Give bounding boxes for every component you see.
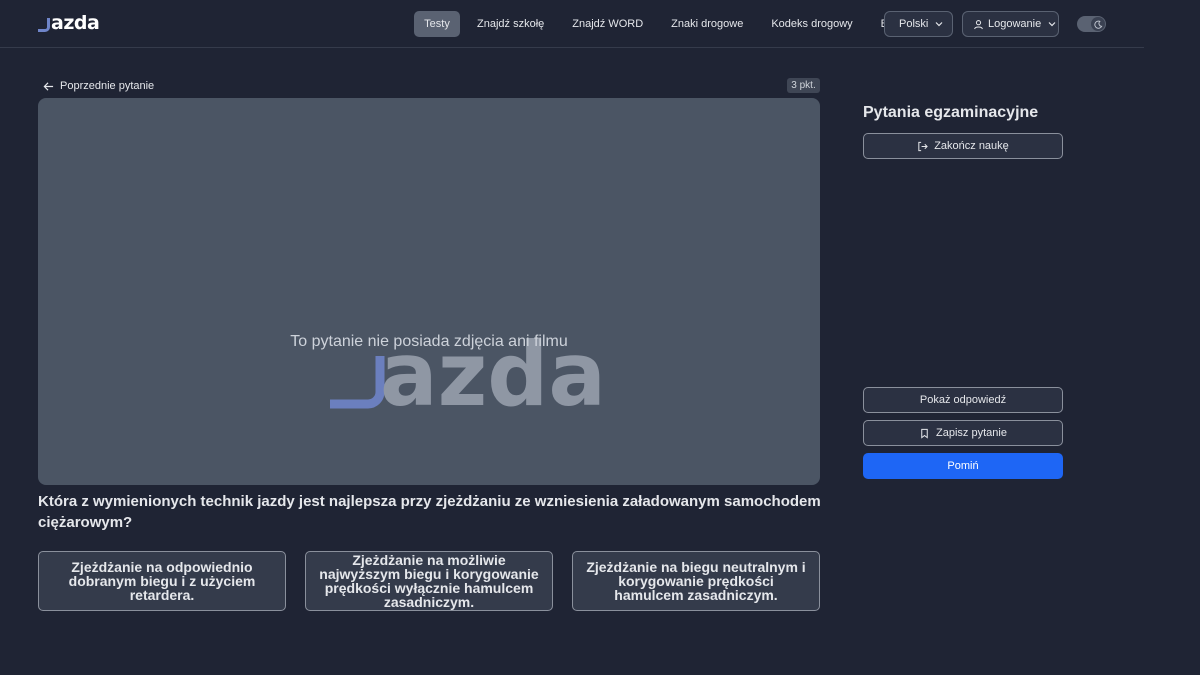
- brand-logo[interactable]: azda: [38, 12, 100, 34]
- save-question-button[interactable]: Zapisz pytanie: [863, 420, 1063, 446]
- logout-icon: [918, 141, 928, 151]
- dark-mode-toggle[interactable]: [1077, 16, 1106, 32]
- points-badge: 3 pkt.: [787, 78, 820, 93]
- chevron-down-icon: [935, 22, 943, 27]
- question-media-placeholder: azda To pytanie nie posiada zdjęcia ani …: [38, 98, 820, 485]
- answer-option-b[interactable]: Zjeżdżanie na możliwie najwyższym biegu …: [305, 551, 553, 611]
- end-study-button[interactable]: Zakończ naukę: [863, 133, 1063, 159]
- logo-j-mark-icon: [38, 18, 50, 34]
- question-text: Która z wymienionych technik jazdy jest …: [38, 493, 821, 531]
- moon-icon: [1091, 17, 1105, 31]
- panel-title: Pytania egzaminacyjne: [863, 104, 1039, 121]
- skip-label: Pomiń: [947, 460, 979, 472]
- nav-item-znajdz-szkole[interactable]: Znajdź szkołę: [465, 11, 556, 37]
- end-study-label: Zakończ naukę: [934, 140, 1009, 152]
- show-answer-button[interactable]: Pokaż odpowiedź: [863, 387, 1063, 413]
- login-label: Logowanie: [988, 18, 1042, 30]
- language-label: Polski: [899, 18, 929, 30]
- bookmark-icon: [921, 428, 928, 439]
- nav-item-znajdz-word[interactable]: Znajdź WORD: [560, 11, 655, 37]
- language-select[interactable]: Polski: [884, 11, 953, 37]
- skip-button[interactable]: Pomiń: [863, 453, 1063, 479]
- chevron-down-icon: [1048, 22, 1056, 27]
- previous-question-label: Poprzednie pytanie: [60, 80, 155, 92]
- arrow-left-icon: [43, 81, 54, 91]
- show-answer-label: Pokaż odpowiedź: [919, 394, 1007, 406]
- answer-option-a[interactable]: Zjeżdżanie na odpowiednio dobranym biegu…: [38, 551, 286, 611]
- nav-item-kodeks-drogowy[interactable]: Kodeks drogowy: [759, 11, 864, 37]
- save-question-label: Zapisz pytanie: [936, 427, 1007, 439]
- user-icon: [974, 19, 983, 29]
- no-media-message: To pytanie nie posiada zdjęcia ani filmu: [290, 333, 568, 350]
- answer-option-c[interactable]: Zjeżdżanie na biegu neutralnym i korygow…: [572, 551, 820, 611]
- previous-question-link[interactable]: Poprzednie pytanie: [43, 78, 154, 94]
- nav-item-znaki-drogowe[interactable]: Znaki drogowe: [659, 11, 755, 37]
- nav-item-testy[interactable]: Testy: [414, 11, 460, 37]
- main-nav: Testy Znajdź szkołę Znajdź WORD Znaki dr…: [414, 11, 915, 37]
- top-navbar: azda Testy Znajdź szkołę Znajdź WORD Zna…: [0, 0, 1144, 48]
- logo-text: azda: [51, 12, 100, 34]
- login-dropdown[interactable]: Logowanie: [962, 11, 1059, 37]
